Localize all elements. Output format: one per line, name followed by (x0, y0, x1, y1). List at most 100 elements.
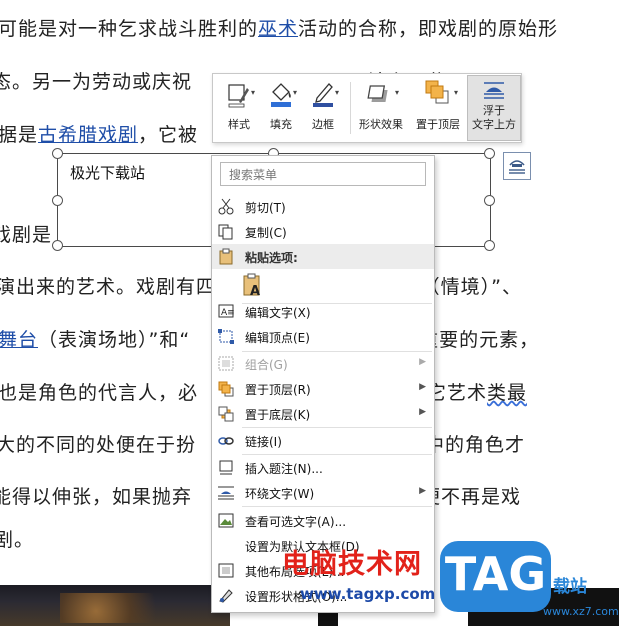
menu-label: 编辑顶点(E) (245, 331, 310, 345)
menu-item-wrap-text[interactable]: 环绕文字(W) ▶ (212, 480, 434, 505)
edit-points-icon (218, 329, 234, 344)
fill-label: 填充 (270, 118, 292, 131)
hyperlink[interactable]: 巫术 (258, 18, 298, 40)
style-brush-icon (228, 84, 249, 108)
menu-search-input[interactable]: 搜索菜单 (220, 162, 426, 186)
menu-item-edit-text[interactable]: A≡ 编辑文字(X) (212, 299, 434, 324)
send-back-icon (218, 406, 234, 422)
tag-logo-text: TAG (444, 547, 547, 601)
menu-item-edit-points[interactable]: 编辑顶点(E) (212, 324, 434, 349)
border-label: 边框 (312, 118, 334, 131)
menu-item-view-alt-text[interactable]: 查看可选文字(A)... (212, 508, 434, 533)
menu-item-insert-caption[interactable]: 插入题注(N)... (212, 455, 434, 480)
shape-effects-button[interactable]: ▾ 形状效果 (353, 74, 409, 142)
chevron-right-icon: ▶ (419, 382, 426, 392)
paint-bucket-icon (271, 83, 291, 107)
menu-header-paste-options: 粘贴选项: (212, 244, 434, 269)
paste-text-only-icon: A (243, 273, 260, 299)
bring-front-icon (218, 381, 234, 397)
text-run: （情境）”、 (420, 276, 522, 298)
wrap-text-icon (218, 486, 234, 500)
menu-item-copy[interactable]: 复制(C) (212, 219, 434, 244)
float-above-text-button[interactable]: 浮于 文字上方 (467, 75, 521, 141)
menu-item-link[interactable]: 链接(I) (212, 428, 434, 453)
chevron-right-icon: ▶ (419, 407, 426, 417)
menu-label: 置于顶层(R) (245, 383, 311, 397)
chevron-right-icon: ▶ (419, 357, 426, 367)
chevron-down-icon: ▾ (454, 88, 459, 97)
link-icon (218, 437, 234, 445)
text-run: 剧。 (0, 529, 35, 551)
menu-separator (242, 506, 432, 507)
resize-handle-bottom-left[interactable] (52, 240, 63, 251)
text-run: 据是 (0, 124, 39, 146)
text-box-content[interactable]: 极光下载站 (70, 162, 145, 183)
menu-label: 置于底层(K) (245, 408, 311, 422)
document-text-line[interactable]: 可能是对一种乞求战斗胜利的巫术活动的合称，即戏剧的原始形 (0, 14, 558, 41)
tag-logo: TAG (440, 541, 551, 612)
text-run: 态。另一为劳动或庆祝 (0, 71, 193, 93)
menu-item-group: 组合(G) ▶ (212, 351, 434, 376)
menu-label: 查看可选文字(A)... (245, 515, 347, 529)
text-run: ，它被 (138, 124, 199, 146)
edit-text-icon: A≡ (218, 304, 235, 318)
pen-border-icon (313, 83, 333, 107)
text-run: （表演场地）”和“ (38, 329, 191, 351)
watermark-side-text: 载站 (553, 577, 587, 597)
border-button[interactable]: ▾ 边框 (303, 74, 343, 142)
copy-icon (218, 224, 233, 240)
alt-text-icon (218, 513, 234, 528)
floating-format-toolbar: ▾ 样式 ▾ 填充 ▾ 边框 ▾ 形状效果 ▾ 置于顶层 浮于 文字上方 (212, 73, 522, 143)
text-run: 中的角色才 (425, 434, 526, 456)
text-run: 可能是对一种乞求战斗胜利的 (0, 18, 259, 40)
group-icon (218, 356, 234, 371)
menu-label: 组合(G) (245, 358, 288, 372)
chevron-down-icon: ▾ (395, 88, 400, 97)
shape-effects-icon (367, 85, 388, 102)
resize-handle-left[interactable] (52, 195, 63, 206)
text-run: 演出来的艺术。戏剧有四 (0, 276, 217, 298)
menu-label: 环绕文字(W) (245, 487, 315, 501)
watermark-side-url: www.xz7.com (543, 605, 619, 618)
paste-keep-text-only-button[interactable]: A (212, 270, 434, 302)
document-text-line[interactable]: 据是古希腊戏剧，它被 (0, 120, 198, 147)
document-image-left (0, 585, 230, 626)
float-label-line2: 文字上方 (472, 118, 516, 131)
resize-handle-top-left[interactable] (52, 148, 63, 159)
menu-item-cut[interactable]: 剪切(T) (212, 194, 434, 219)
toolbar-divider (350, 82, 351, 134)
format-shape-icon (219, 589, 233, 603)
bring-to-front-label: 置于顶层 (416, 118, 460, 131)
menu-item-bring-to-front[interactable]: 置于顶层(R) ▶ (212, 376, 434, 401)
menu-label: 插入题注(N)... (245, 462, 323, 476)
menu-item-send-to-back[interactable]: 置于底层(K) ▶ (212, 401, 434, 426)
bring-to-front-button[interactable]: ▾ 置于顶层 (411, 74, 465, 142)
scissors-icon (218, 198, 234, 215)
caption-icon (219, 460, 233, 475)
resize-handle-top-right[interactable] (484, 148, 495, 159)
chevron-down-icon: ▾ (293, 88, 298, 97)
menu-label: 编辑文字(X) (245, 306, 311, 320)
style-button[interactable]: ▾ 样式 (219, 74, 259, 142)
text-run: 类最 (486, 382, 527, 404)
document-text-line[interactable]: 剧。 (0, 525, 34, 552)
text-run: 戏剧是 (0, 224, 53, 246)
text-run: 大的不同的处便在于扮 (0, 434, 197, 456)
fill-button[interactable]: ▾ 填充 (261, 74, 301, 142)
hyperlink[interactable]: 古希腊戏剧 (38, 124, 138, 146)
watermark-url: www.tagxp.com (300, 585, 436, 603)
style-label: 样式 (228, 118, 250, 131)
resize-handle-right[interactable] (484, 195, 495, 206)
svg-text:A: A (250, 284, 260, 299)
text-run: 活动的合称，即戏剧的原始形 (298, 18, 559, 40)
chevron-down-icon: ▾ (335, 88, 340, 97)
chevron-right-icon: ▶ (419, 486, 426, 496)
resize-handle-bottom-right[interactable] (484, 240, 495, 251)
layout-options-icon[interactable] (503, 152, 531, 180)
menu-label: 复制(C) (245, 226, 287, 240)
text-run: 也是角色的代言人，必 (0, 382, 199, 404)
shape-effects-label: 形状效果 (359, 118, 403, 131)
menu-label: 粘贴选项: (245, 251, 298, 265)
svg-text:A≡: A≡ (221, 308, 235, 318)
hyperlink[interactable]: 舞台 (0, 329, 38, 351)
